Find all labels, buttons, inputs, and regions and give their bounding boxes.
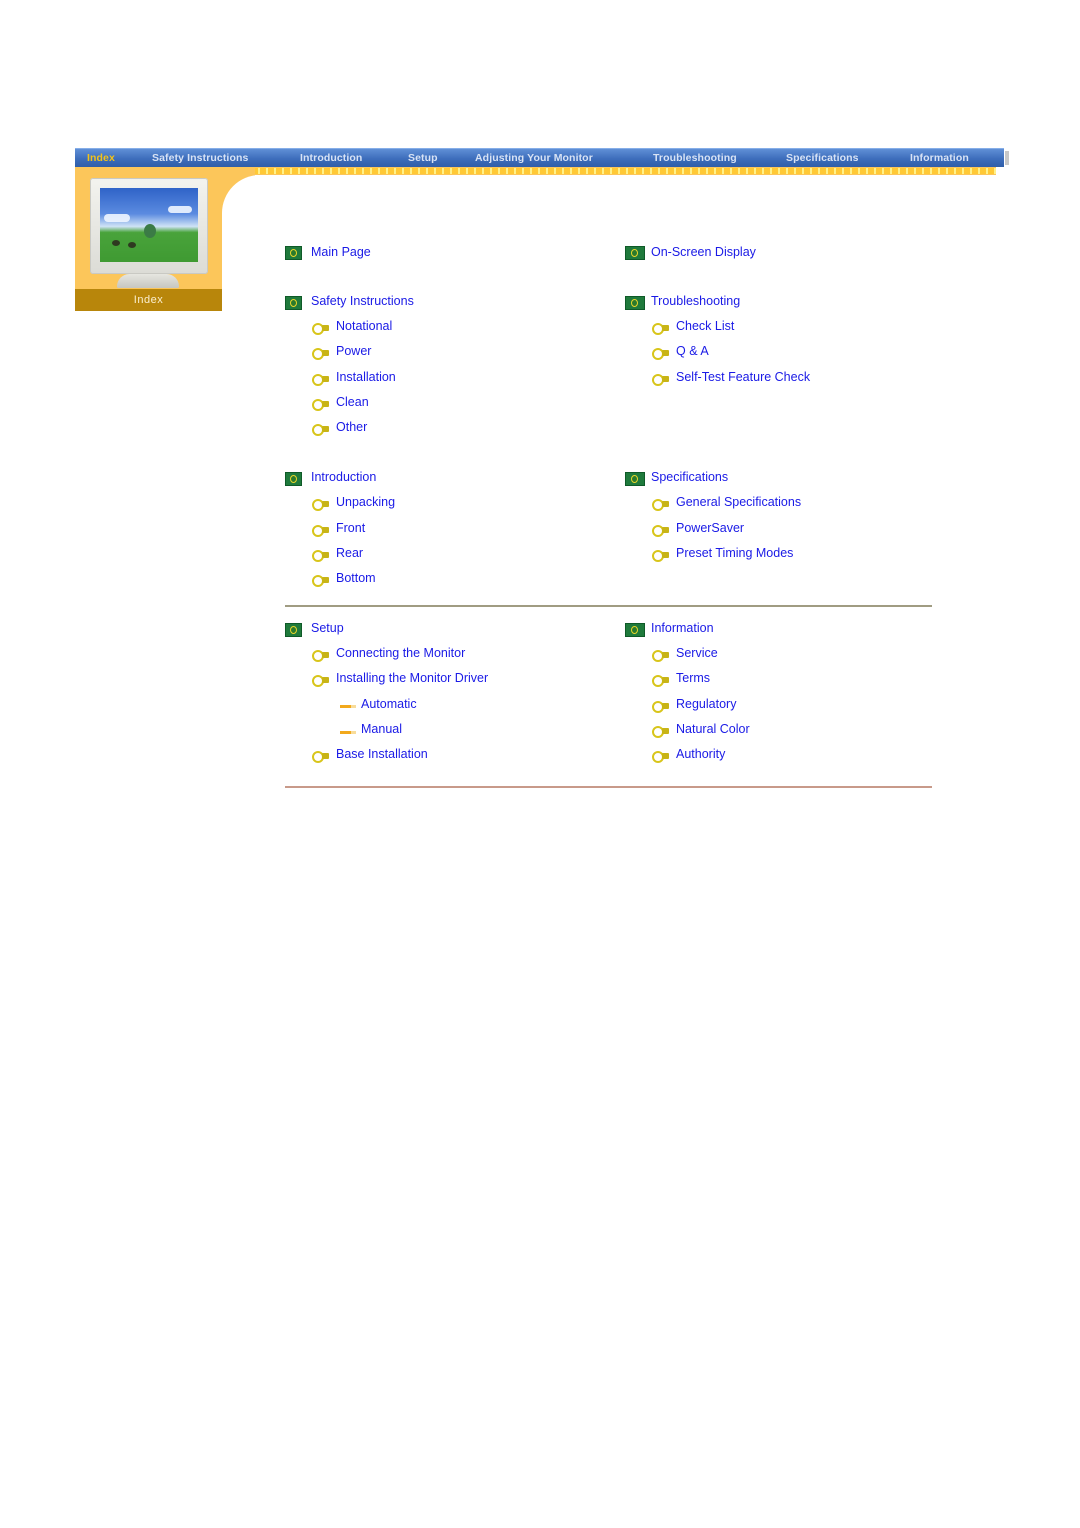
bullet-icon xyxy=(652,674,670,687)
link-safety-instructions[interactable]: Safety Instructions xyxy=(311,294,414,308)
bullet-icon xyxy=(652,725,670,738)
section-icon xyxy=(285,246,302,260)
section-icon xyxy=(285,623,302,637)
bullet-icon xyxy=(312,549,330,562)
link-general-specifications[interactable]: General Specifications xyxy=(676,495,801,509)
link-installation[interactable]: Installation xyxy=(336,370,396,384)
link-clean[interactable]: Clean xyxy=(336,395,369,409)
bullet-icon xyxy=(312,674,330,687)
link-front[interactable]: Front xyxy=(336,521,365,535)
link-preset-timing-modes[interactable]: Preset Timing Modes xyxy=(676,546,793,560)
bullet-icon xyxy=(652,700,670,713)
rock xyxy=(128,242,136,248)
nav-tab-specifications[interactable]: Specifications xyxy=(786,152,859,164)
link-introduction[interactable]: Introduction xyxy=(311,470,376,484)
link-installing-the-monitor-driver[interactable]: Installing the Monitor Driver xyxy=(336,671,488,685)
cloud xyxy=(104,214,130,222)
link-setup[interactable]: Setup xyxy=(311,621,344,635)
bullet-icon xyxy=(312,322,330,335)
monitor-image xyxy=(90,178,208,274)
link-manual[interactable]: Manual xyxy=(361,722,402,736)
section-icon xyxy=(625,296,645,310)
top-nav-bar: Index Safety Instructions Introduction S… xyxy=(75,148,1009,167)
nav-bar-edge xyxy=(1005,151,1009,165)
link-powersaver[interactable]: PowerSaver xyxy=(676,521,744,535)
link-check-list[interactable]: Check List xyxy=(676,319,734,333)
link-regulatory[interactable]: Regulatory xyxy=(676,697,736,711)
section-icon xyxy=(285,472,302,486)
link-troubleshooting[interactable]: Troubleshooting xyxy=(651,294,740,308)
section-icon xyxy=(625,246,645,260)
link-unpacking[interactable]: Unpacking xyxy=(336,495,395,509)
link-base-installation[interactable]: Base Installation xyxy=(336,747,428,761)
tree xyxy=(144,224,156,238)
bullet-icon xyxy=(312,750,330,763)
link-notational[interactable]: Notational xyxy=(336,319,392,333)
bullet-icon xyxy=(312,347,330,360)
bullet-icon xyxy=(312,649,330,662)
monitor-stand xyxy=(117,274,179,288)
link-bottom[interactable]: Bottom xyxy=(336,571,376,585)
rock xyxy=(112,240,120,246)
link-main-page[interactable]: Main Page xyxy=(311,245,371,259)
section-thumbnail: Index xyxy=(75,167,222,311)
nav-tab-introduction[interactable]: Introduction xyxy=(300,152,362,164)
link-information[interactable]: Information xyxy=(651,621,714,635)
nav-tab-troubleshooting[interactable]: Troubleshooting xyxy=(653,152,737,164)
dash-bullet-icon xyxy=(340,705,356,708)
nav-tab-information[interactable]: Information xyxy=(910,152,969,164)
bullet-icon xyxy=(652,498,670,511)
section-icon xyxy=(285,296,302,310)
dash-bullet-icon xyxy=(340,731,356,734)
bullet-icon xyxy=(312,524,330,537)
nav-tab-safety-instructions[interactable]: Safety Instructions xyxy=(152,152,248,164)
link-authority[interactable]: Authority xyxy=(676,747,725,761)
section-divider xyxy=(285,605,932,607)
bullet-icon xyxy=(652,649,670,662)
header-curve xyxy=(222,175,302,295)
section-icon xyxy=(625,623,645,637)
link-natural-color[interactable]: Natural Color xyxy=(676,722,750,736)
header-dashed-border xyxy=(252,168,996,174)
nav-tab-setup[interactable]: Setup xyxy=(408,152,438,164)
link-automatic[interactable]: Automatic xyxy=(361,697,417,711)
link-terms[interactable]: Terms xyxy=(676,671,710,685)
bullet-icon xyxy=(652,347,670,360)
bottom-divider xyxy=(285,786,932,788)
bullet-icon xyxy=(652,373,670,386)
section-label: Index xyxy=(75,289,222,311)
bullet-icon xyxy=(652,322,670,335)
bullet-icon xyxy=(312,373,330,386)
bullet-icon xyxy=(652,524,670,537)
link-rear[interactable]: Rear xyxy=(336,546,363,560)
link-specifications[interactable]: Specifications xyxy=(651,470,728,484)
link-on-screen-display[interactable]: On-Screen Display xyxy=(651,245,756,259)
nav-tab-adjusting-your-monitor[interactable]: Adjusting Your Monitor xyxy=(475,152,593,164)
nav-tab-index[interactable]: Index xyxy=(87,152,115,164)
link-self-test-feature-check[interactable]: Self-Test Feature Check xyxy=(676,370,810,384)
bullet-icon xyxy=(312,423,330,436)
link-service[interactable]: Service xyxy=(676,646,718,660)
bullet-icon xyxy=(652,750,670,763)
link-connecting-the-monitor[interactable]: Connecting the Monitor xyxy=(336,646,465,660)
link-power[interactable]: Power xyxy=(336,344,371,358)
bullet-icon xyxy=(652,549,670,562)
bullet-icon xyxy=(312,574,330,587)
bullet-icon xyxy=(312,398,330,411)
monitor-screen xyxy=(100,188,198,262)
link-other[interactable]: Other xyxy=(336,420,367,434)
cloud xyxy=(168,206,192,213)
section-icon xyxy=(625,472,645,486)
link-q-and-a[interactable]: Q & A xyxy=(676,344,709,358)
bullet-icon xyxy=(312,498,330,511)
